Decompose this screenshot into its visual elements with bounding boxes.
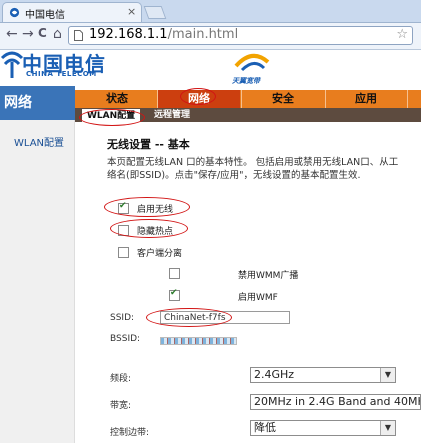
tab-close-icon[interactable]: × — [127, 5, 136, 18]
client-isolation-row: 客户端分离 — [118, 246, 182, 259]
china-telecom-logo-icon — [0, 51, 24, 78]
page-icon — [74, 30, 83, 41]
bookmark-star-icon[interactable]: ☆ — [396, 27, 408, 42]
enable-wmf-checkbox[interactable] — [169, 288, 180, 301]
band-select-value: 2.4GHz — [254, 368, 295, 381]
client-isolation-label: 客户端分离 — [137, 249, 183, 259]
tab-network[interactable]: 网络 — [158, 90, 240, 108]
sidebar-item-wlan-config[interactable]: WLAN配置 — [14, 134, 64, 149]
enable-wmf-label: 启用WMF — [238, 293, 278, 303]
sideband-dropdown-arrow-icon[interactable]: ▼ — [380, 421, 395, 435]
bssid-value — [160, 337, 237, 345]
bssid-label: BSSID: — [110, 334, 141, 344]
sidebar: WLAN配置 — [0, 120, 75, 443]
reload-icon[interactable]: C — [38, 26, 47, 40]
enable-wireless-label: 启用无线 — [137, 205, 174, 215]
disable-wmm-ad-label: 禁用WMM广播 — [238, 271, 299, 281]
bandwidth-select[interactable]: 20MHz in 2.4G Band and 40MHz — [250, 394, 421, 410]
page-header: 中国电信 CHINA TELECOM 天翼宽带 — [0, 50, 421, 90]
tianyi-logo-icon — [234, 54, 270, 72]
page-title: 无线设置 -- 基本 — [107, 138, 190, 151]
back-icon[interactable]: ← — [6, 26, 18, 42]
page-description: 本页配置无线LAN 口的基本特性。 包括启用或禁用无线LAN口、从工 络名(即S… — [107, 157, 399, 181]
band-label: 频段: — [110, 374, 132, 384]
ssid-input[interactable]: ChinaNet-f7fs — [160, 311, 290, 324]
logo-english-text: CHINA TELECOM — [26, 70, 97, 78]
enable-wireless-checkbox[interactable] — [118, 201, 129, 214]
client-isolation-checkbox[interactable] — [118, 247, 129, 258]
browser-tab[interactable]: 中国电信 × — [2, 2, 142, 22]
tab-security[interactable]: 安全 — [242, 90, 324, 108]
url-text: 192.168.1.1/main.html — [89, 27, 239, 42]
hide-ap-checkbox[interactable] — [118, 225, 129, 236]
enable-wireless-row: 启用无线 — [118, 201, 174, 215]
subtab-remote-management[interactable]: 远程管理 — [150, 109, 194, 121]
sideband-select[interactable]: 降低 ▼ — [250, 420, 396, 436]
band-select[interactable]: 2.4GHz ▼ — [250, 367, 396, 383]
tab-applications[interactable]: 应用 — [326, 90, 406, 108]
favicon-icon — [9, 7, 20, 18]
section-title: 网络 — [0, 86, 75, 120]
browser-toolbar: ← → C ⌂ 192.168.1.1/main.html ☆ — [0, 23, 421, 50]
disable-wmm-ad-checkbox[interactable] — [169, 268, 180, 279]
band-dropdown-arrow-icon[interactable]: ▼ — [380, 368, 395, 382]
address-bar[interactable]: 192.168.1.1/main.html ☆ — [68, 26, 413, 45]
bandwidth-label: 带宽: — [110, 401, 132, 411]
forward-icon[interactable]: → — [22, 26, 34, 42]
ssid-label: SSID: — [110, 313, 135, 323]
browser-tab-title: 中国电信 — [25, 10, 65, 21]
sideband-label: 控制边带: — [110, 428, 150, 438]
sideband-select-value: 降低 — [254, 421, 276, 434]
tab-status[interactable]: 状态 — [78, 90, 156, 108]
new-tab-button[interactable] — [143, 6, 167, 19]
hide-ap-row: 隐藏热点 — [118, 224, 173, 237]
subtab-wlan-config[interactable]: WLAN配置 — [82, 109, 141, 123]
home-icon[interactable]: ⌂ — [53, 26, 62, 42]
hide-ap-label: 隐藏热点 — [137, 227, 174, 237]
bandwidth-select-value: 20MHz in 2.4G Band and 40MHz — [254, 395, 421, 408]
browser-tab-strip: 中国电信 × — [0, 0, 421, 23]
tianyi-brand-text: 天翼宽带 — [232, 77, 260, 85]
